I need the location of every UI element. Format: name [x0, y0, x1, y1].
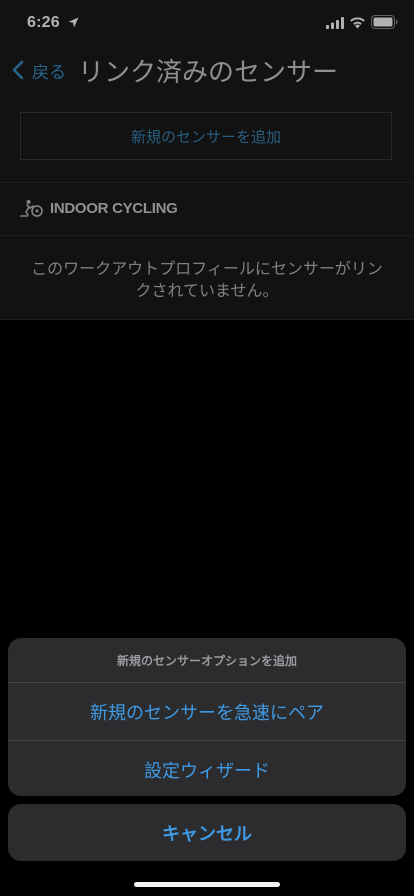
setup-wizard-option[interactable]: 設定ウィザード: [8, 740, 406, 796]
action-sheet: 新規のセンサーオプションを追加 新規のセンサーを急速にペア 設定ウィザード: [8, 638, 406, 796]
action-sheet-title: 新規のセンサーオプションを追加: [116, 653, 297, 668]
home-indicator[interactable]: [134, 882, 280, 887]
quick-pair-option[interactable]: 新規のセンサーを急速にペア: [8, 682, 406, 740]
cancel-button[interactable]: キャンセル: [8, 804, 406, 861]
